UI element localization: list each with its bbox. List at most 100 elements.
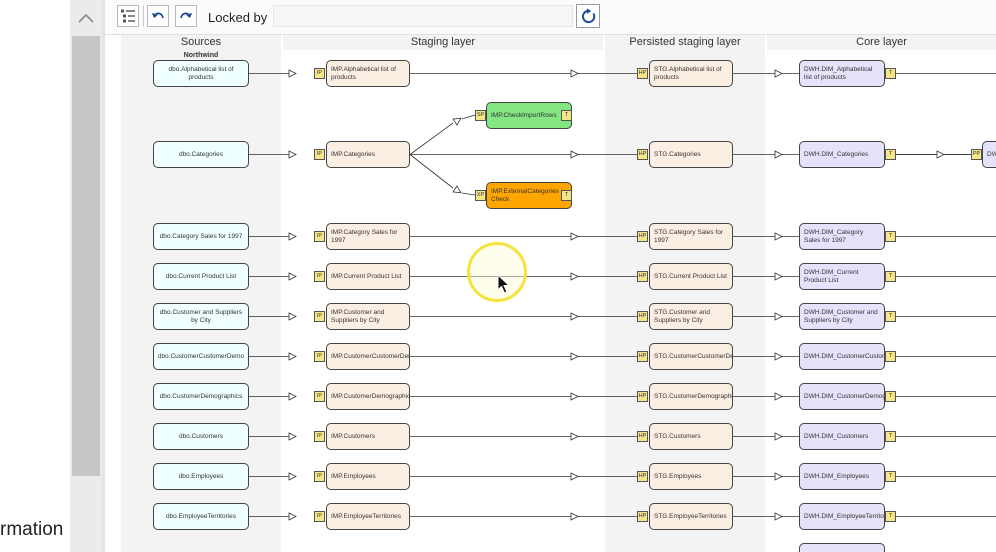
badge-dwh: T <box>885 511 896 522</box>
edge-arrowhead <box>570 150 579 159</box>
edge-arrowhead <box>570 352 579 361</box>
node-imp[interactable]: IMP.Alphabetical list of products <box>326 60 410 87</box>
scroll-up-button[interactable] <box>70 0 102 36</box>
edge-arrowhead <box>774 352 783 361</box>
node-stg[interactable]: STG.Employees <box>649 463 733 490</box>
node-imp[interactable]: IMP.Category Sales for 1997 <box>326 223 410 250</box>
left-panel-label: rmation <box>0 519 64 540</box>
badge-imp: IP <box>314 68 325 79</box>
edge-imp-to-external-check <box>409 154 454 189</box>
node-imp[interactable]: IMP.Customer and Suppliers by City <box>326 303 410 330</box>
node-dwh-next[interactable] <box>799 543 885 552</box>
node-dwh[interactable]: DWH.DIM_Customer and Suppliers by City <box>799 303 885 330</box>
badge-stg: HP <box>637 149 648 160</box>
edge-arrowhead <box>774 69 783 78</box>
badge-stg: HP <box>637 471 648 482</box>
node-source[interactable]: dbo.EmployeeTerritories <box>153 503 249 530</box>
edge-arrowhead <box>570 232 579 241</box>
refresh-button[interactable] <box>576 4 600 28</box>
node-stg[interactable]: STG.Customers <box>649 423 733 450</box>
badge-imp: IP <box>314 471 325 482</box>
redo-icon <box>180 12 193 19</box>
node-stg[interactable]: STG.Customer and Suppliers by City <box>649 303 733 330</box>
edge-arrowhead <box>288 432 297 441</box>
node-source[interactable]: dbo.Categories <box>153 141 249 168</box>
node-external-categories-check[interactable]: IMP.ExternalCategories Check <box>486 182 572 209</box>
edge-arrowhead <box>570 472 579 481</box>
node-imp[interactable]: IMP.Categories <box>326 141 410 168</box>
badge-dwh: T <box>885 351 896 362</box>
edge-arrowhead <box>570 312 579 321</box>
scroll-thumb[interactable] <box>72 36 100 476</box>
badge-imp: IP <box>314 311 325 322</box>
edge-arrowhead <box>288 69 297 78</box>
edge-arrowhead <box>774 432 783 441</box>
node-dwh[interactable]: DWH.DIM_Employees <box>799 463 885 490</box>
node-dwh[interactable]: DWH.DIM_CustomerCustomerDemo <box>799 343 885 370</box>
node-source[interactable]: dbo.Customers <box>153 423 249 450</box>
node-dwh[interactable]: DWH.DIM_Categories <box>799 141 885 168</box>
badge-stg: HP <box>637 351 648 362</box>
badge-imp: IP <box>314 231 325 242</box>
node-dwh[interactable]: DWH.DIM_CustomerDemographics <box>799 383 885 410</box>
badge-stg: HP <box>637 511 648 522</box>
node-source[interactable]: dbo.Alphabetical list of products <box>153 60 249 87</box>
node-stg[interactable]: STG.Current Product List <box>649 263 733 290</box>
edge-arrowhead <box>288 472 297 481</box>
locked-by-label: Locked by <box>208 10 268 25</box>
node-dwh[interactable]: DWH.DIM_Category Sales for 1997 <box>799 223 885 250</box>
chevron-up-icon <box>78 13 94 23</box>
edge-arrowhead <box>288 312 297 321</box>
edge-arrowhead <box>570 69 579 78</box>
node-stg[interactable]: STG.CustomerDemographics <box>649 383 733 410</box>
redo-button[interactable] <box>175 5 197 27</box>
edge-imp-to-check <box>409 122 454 155</box>
badge-dwh: T <box>885 231 896 242</box>
badge-dwh: T <box>885 68 896 79</box>
node-stg[interactable]: STG.Category Sales for 1997 <box>649 223 733 250</box>
tree-view-button[interactable] <box>117 5 139 27</box>
edge-imp-to-external-check <box>461 192 476 196</box>
node-imp[interactable]: IMP.CustomerCustomerDemo <box>326 343 410 370</box>
badge-imp: IP <box>314 431 325 442</box>
edge-arrowhead <box>774 512 783 521</box>
node-imp[interactable]: IMP.Current Product List <box>326 263 410 290</box>
node-check-import-rows[interactable]: IMP.CheckImportRows <box>486 102 572 129</box>
edge-arrowhead <box>288 352 297 361</box>
node-imp[interactable]: IMP.Employees <box>326 463 410 490</box>
edge-arrowhead <box>570 432 579 441</box>
node-source[interactable]: dbo.Current Product List <box>153 263 249 290</box>
node-stg[interactable]: STG.Categories <box>649 141 733 168</box>
edge-arrowhead <box>774 312 783 321</box>
badge-stg: HP <box>637 311 648 322</box>
node-dwh[interactable]: DWH.DIM_Customers <box>799 423 885 450</box>
undo-button[interactable] <box>147 5 169 27</box>
node-dwh[interactable]: DWH.DIM_Alphabetical list of products <box>799 60 885 87</box>
node-stg[interactable]: STG.CustomerCustomerDemo <box>649 343 733 370</box>
badge-imp: IP <box>314 511 325 522</box>
edge-arrowhead <box>570 392 579 401</box>
node-stg[interactable]: STG.Alphabetical list of products <box>649 60 733 87</box>
node-source[interactable]: dbo.Employees <box>153 463 249 490</box>
node-imp[interactable]: IMP.CustomerDemographics <box>326 383 410 410</box>
badge-dwh: T <box>885 311 896 322</box>
node-source[interactable]: dbo.Category Sales for 1997 <box>153 223 249 250</box>
edge-imp-to-check <box>461 114 476 120</box>
badge-dwh: T <box>885 391 896 402</box>
node-dwh[interactable]: DWH.DIM_Current Product List <box>799 263 885 290</box>
node-imp[interactable]: IMP.Customers <box>326 423 410 450</box>
badge-dwh: T <box>885 149 896 160</box>
node-source[interactable]: dbo.CustomerDemographics <box>153 383 249 410</box>
node-dwh-partial[interactable]: DWH. <box>982 141 996 168</box>
node-dwh[interactable]: DWH.DIM_EmployeeTerritories <box>799 503 885 530</box>
edge-arrowhead <box>774 392 783 401</box>
badge-imp: IP <box>314 271 325 282</box>
node-source[interactable]: dbo.CustomerCustomerDemo <box>153 343 249 370</box>
node-imp[interactable]: IMP.EmployeeTerritories <box>326 503 410 530</box>
badge-stg: HP <box>637 271 648 282</box>
tree-list-icon <box>121 9 135 23</box>
edge-arrowhead <box>452 117 462 126</box>
badge-imp: IP <box>314 149 325 160</box>
node-stg[interactable]: STG.EmployeeTerritories <box>649 503 733 530</box>
node-source[interactable]: dbo.Customer and Suppliers by City <box>153 303 249 330</box>
